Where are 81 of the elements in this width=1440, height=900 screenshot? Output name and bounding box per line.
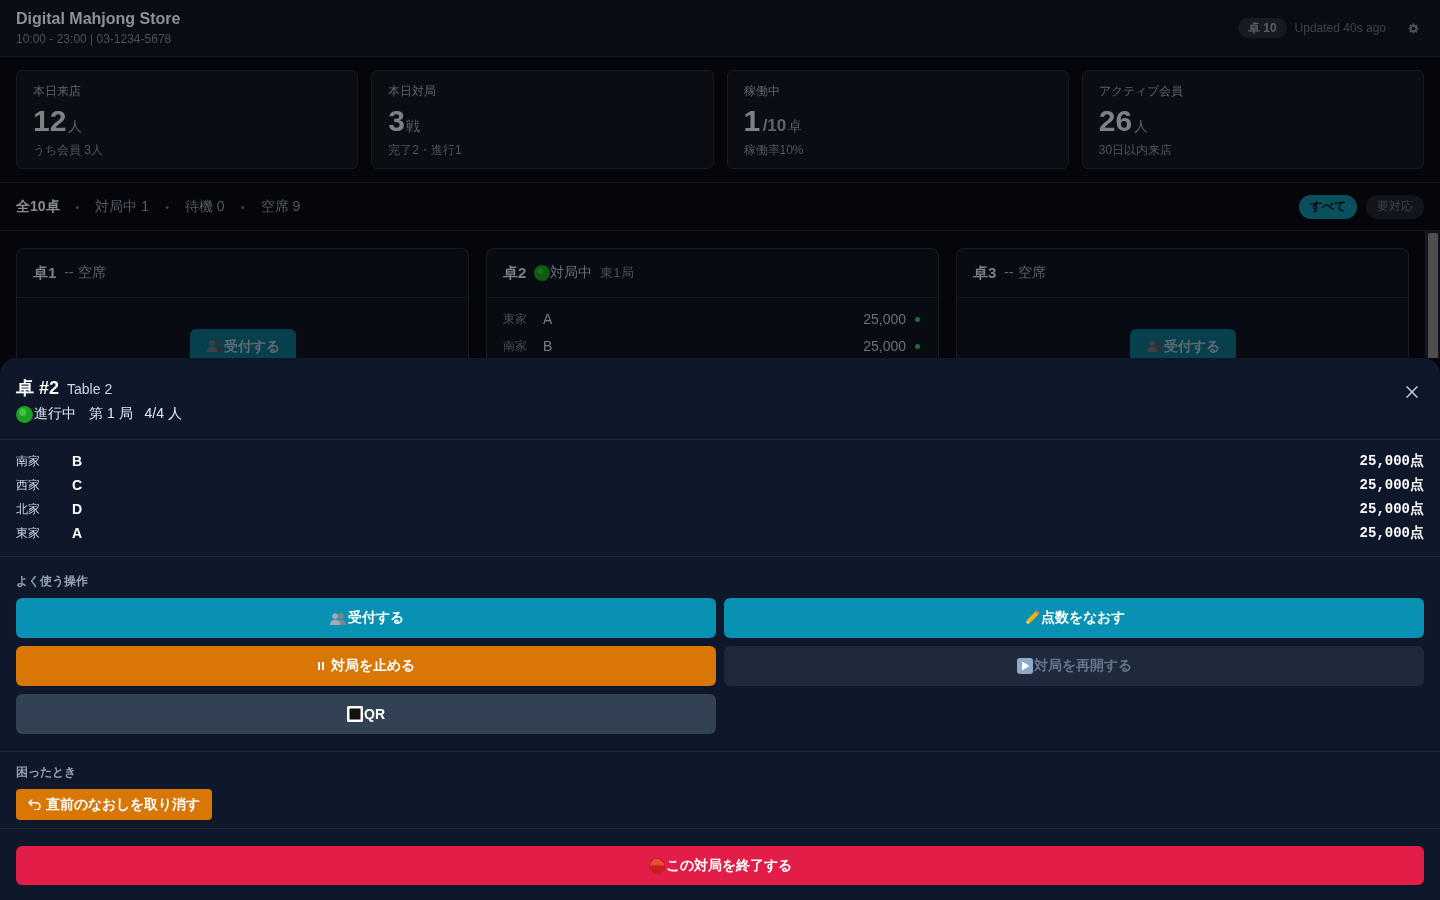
table-status: 対局中 xyxy=(550,264,593,282)
seat-count: 4/4 人 xyxy=(144,405,182,423)
undo-arrow-icon xyxy=(28,799,41,810)
check-in-button[interactable]: 受付する xyxy=(189,329,296,358)
store-hours-phone: 10:00 - 23:00 | 03-1234-5678 xyxy=(16,31,172,47)
separator: • xyxy=(165,200,169,213)
game-status: 進行中 xyxy=(34,405,76,423)
table-count: 対局中 1 xyxy=(95,197,150,216)
table-total: 全10卓 xyxy=(16,197,60,216)
action-button[interactable]: 点数をなおす xyxy=(724,598,1424,638)
seat-label: 東家 xyxy=(16,524,40,542)
player-name: A xyxy=(72,525,83,541)
game-round: 第 1 局 xyxy=(89,405,133,423)
table-name: 卓2 xyxy=(503,263,527,283)
end-game-button[interactable]: この対局を終了する xyxy=(16,846,1424,885)
stat-note: 稼働率10% xyxy=(743,142,804,158)
status-icon xyxy=(534,265,551,281)
table-count: 空席 9 xyxy=(260,197,301,216)
people-icon xyxy=(205,339,224,352)
stop-sign-icon xyxy=(648,857,665,874)
player-score: 25,000 xyxy=(863,338,906,354)
player-score: 25,000点 xyxy=(1359,524,1424,542)
close-icon[interactable] xyxy=(1406,386,1418,398)
stat-label: 稼働中 xyxy=(743,83,780,99)
stat-value: 1/10卓 xyxy=(743,105,802,137)
seat-label: 西家 xyxy=(16,476,40,494)
stat-value: 3戦 xyxy=(388,105,421,137)
store-title: Digital Mahjong Store xyxy=(16,9,181,29)
scrollbar[interactable] xyxy=(1425,231,1440,358)
people-icon xyxy=(1145,339,1164,352)
stat-value: 26 人 xyxy=(1098,105,1148,137)
seat-label: 北家 xyxy=(16,500,40,518)
status-icon xyxy=(16,405,33,423)
seat-label: 南家 xyxy=(16,452,40,470)
play-icon xyxy=(1016,658,1033,674)
player-name: B xyxy=(543,338,553,354)
pause-icon xyxy=(317,662,324,670)
action-button[interactable]: 受付する xyxy=(16,598,716,638)
section-title: よく使う操作 xyxy=(16,573,88,589)
seat-label: 南家 xyxy=(503,337,527,355)
table-name: 卓1 xyxy=(33,263,57,283)
table-card[interactable]: 卓3 -- 空席 受付する xyxy=(956,248,1409,358)
action-button[interactable]: 対局を止める xyxy=(16,646,716,686)
player-score: 25,000 xyxy=(863,311,906,327)
table-round: 東1局 xyxy=(600,264,634,282)
player-name: D xyxy=(72,501,83,517)
stat-label: アクティブ会員 xyxy=(1098,83,1183,99)
people-icon xyxy=(328,611,347,625)
player-name: C xyxy=(72,477,83,493)
table-card[interactable]: 卓2 対局中 東1局 東家 A 25,000 南家 B 25,000 xyxy=(486,248,939,358)
table-name: 卓3 xyxy=(973,263,997,283)
check-in-button[interactable]: 受付する xyxy=(1129,329,1236,358)
table-status: -- 空席 xyxy=(1004,264,1046,282)
stat-label: 本日対局 xyxy=(388,83,437,99)
stat-value: 12人 xyxy=(33,105,82,137)
player-score: 25,000点 xyxy=(1359,500,1424,518)
seat-label: 東家 xyxy=(503,310,527,328)
player-name: B xyxy=(72,453,83,469)
stat-label: 本日来店 xyxy=(33,83,81,99)
player-score: 25,000点 xyxy=(1359,452,1424,470)
table-count-badge: 卓 10 xyxy=(1237,18,1287,38)
updated-time: Updated 40s ago xyxy=(1294,21,1386,35)
player-name: A xyxy=(543,311,553,327)
action-button[interactable]: QR xyxy=(16,694,716,734)
separator: • xyxy=(240,200,245,213)
player-score: 25,000点 xyxy=(1359,476,1424,494)
square-icon xyxy=(347,706,363,722)
pencil-icon xyxy=(1023,610,1040,626)
undo-button[interactable]: 直前のなおしを取り消す xyxy=(16,789,212,820)
sheet-subtitle: Table 2 xyxy=(67,380,113,399)
section-title: 困ったとき xyxy=(16,764,76,780)
stat-note: うち会員 3人 xyxy=(33,142,103,158)
separator: • xyxy=(75,200,80,213)
table-count: 待機 0 xyxy=(185,197,225,216)
filter-chip[interactable]: すべて xyxy=(1299,194,1357,219)
stat-note: 完了2・進行1 xyxy=(388,142,462,158)
table-card[interactable]: 卓1 -- 空席 受付する xyxy=(16,248,469,358)
table-status: -- 空席 xyxy=(64,264,106,282)
sheet-title: 卓 #2 xyxy=(16,377,60,400)
settings-icon[interactable] xyxy=(1408,22,1419,34)
stat-note: 30日以内来店 xyxy=(1098,142,1173,158)
